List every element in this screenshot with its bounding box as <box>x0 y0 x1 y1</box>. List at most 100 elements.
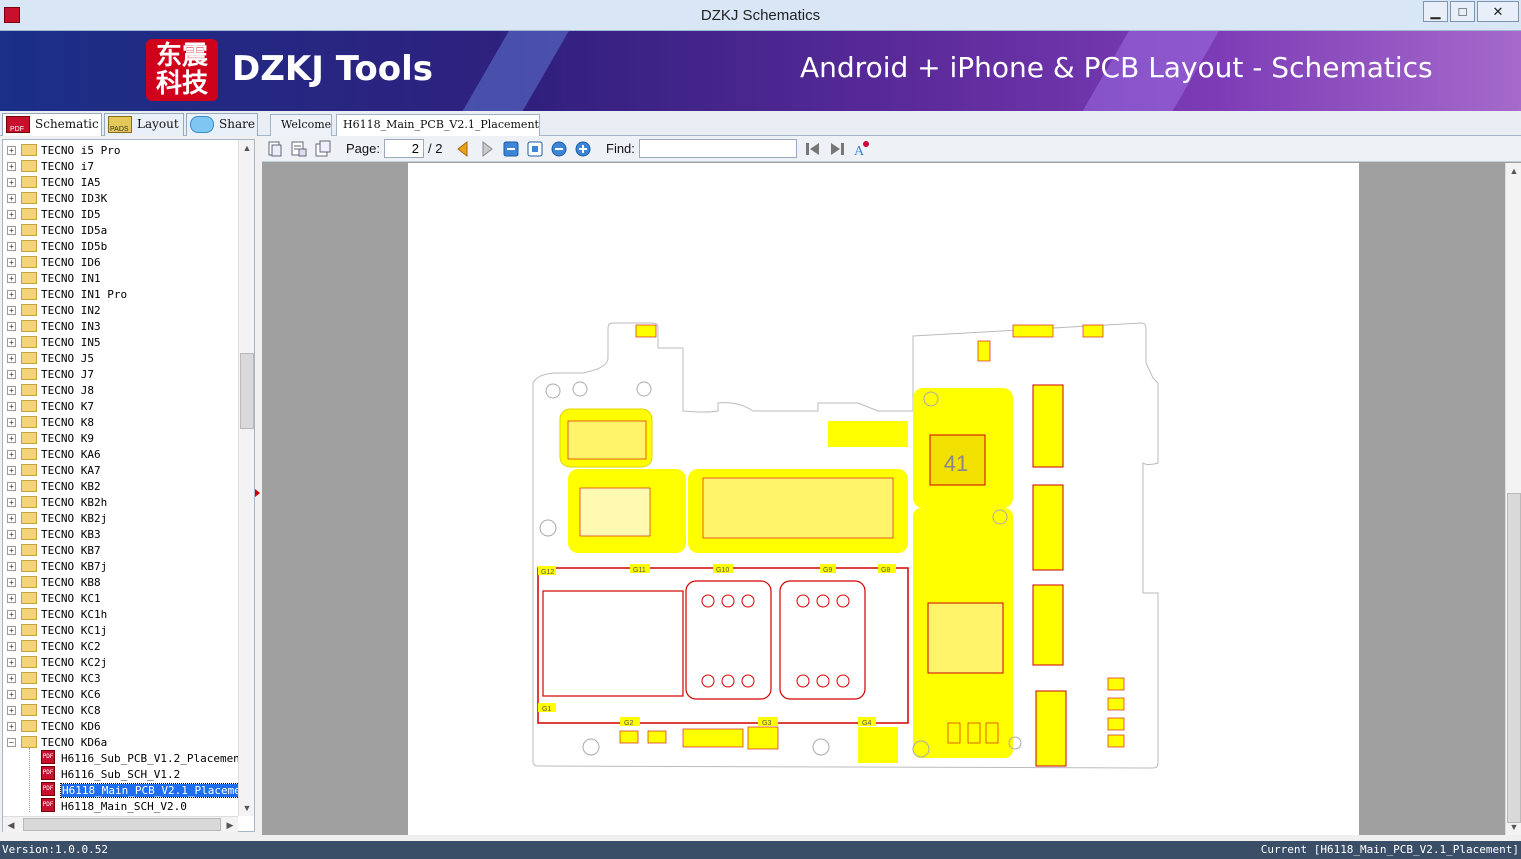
tree-horizontal-scrollbar[interactable]: ◀ ▶ <box>3 816 238 832</box>
expand-icon[interactable]: + <box>7 434 16 443</box>
expand-icon[interactable]: + <box>7 418 16 427</box>
expand-icon[interactable]: + <box>7 594 16 603</box>
select-text-icon[interactable] <box>290 140 308 158</box>
tree-folder-item[interactable]: + TECNO ID3K <box>3 190 238 206</box>
tree-folder-item[interactable]: + TECNO K7 <box>3 398 238 414</box>
expand-icon[interactable]: + <box>7 178 16 187</box>
fit-width-icon[interactable] <box>502 140 520 158</box>
find-input[interactable] <box>639 139 797 158</box>
expand-icon[interactable]: + <box>7 658 16 667</box>
tree-folder-item[interactable]: + TECNO K9 <box>3 430 238 446</box>
tree-folder-item[interactable]: + TECNO J5 <box>3 350 238 366</box>
tree-folder-item[interactable]: + TECNO ID5b <box>3 238 238 254</box>
expand-icon[interactable]: + <box>7 338 16 347</box>
scroll-up-icon[interactable]: ▲ <box>239 140 255 156</box>
expand-icon[interactable]: + <box>7 706 16 715</box>
fit-page-icon[interactable] <box>526 140 544 158</box>
tab-layout[interactable]: PADS Layout <box>104 113 184 136</box>
tree-folder-item[interactable]: + TECNO KB2h <box>3 494 238 510</box>
expand-icon[interactable]: + <box>7 162 16 171</box>
expand-icon[interactable]: + <box>7 562 16 571</box>
expand-icon[interactable]: + <box>7 386 16 395</box>
expand-icon[interactable]: + <box>7 306 16 315</box>
expand-icon[interactable]: + <box>7 402 16 411</box>
tree-folder-item[interactable]: + TECNO IN2 <box>3 302 238 318</box>
expand-icon[interactable]: + <box>7 322 16 331</box>
zoom-in-icon[interactable] <box>574 140 592 158</box>
tree-folder-item[interactable]: + TECNO ID5a <box>3 222 238 238</box>
find-previous-icon[interactable] <box>804 140 822 158</box>
expand-icon[interactable]: + <box>7 146 16 155</box>
snapshot-icon[interactable] <box>314 140 332 158</box>
tree-folder-item[interactable]: + TECNO i5 Pro <box>3 142 238 158</box>
scrollbar-thumb[interactable] <box>23 818 221 831</box>
expand-icon[interactable]: + <box>7 242 16 251</box>
find-next-icon[interactable] <box>828 140 846 158</box>
viewer-vertical-scrollbar[interactable]: ▲ ▼ <box>1505 163 1521 835</box>
tree-folder-item[interactable]: + TECNO KB2j <box>3 510 238 526</box>
zoom-out-icon[interactable] <box>550 140 568 158</box>
expand-icon[interactable]: + <box>7 466 16 475</box>
close-button[interactable]: ✕ <box>1477 1 1519 22</box>
tree-folder-item[interactable]: + TECNO i7 <box>3 158 238 174</box>
expand-icon[interactable]: + <box>7 274 16 283</box>
tree-folder-item[interactable]: + TECNO KC1 <box>3 590 238 606</box>
tree-folder-item[interactable]: + TECNO KB2 <box>3 478 238 494</box>
tree-folder-item[interactable]: + TECNO KC2 <box>3 638 238 654</box>
expand-icon[interactable]: + <box>7 498 16 507</box>
tree-folder-item[interactable]: + TECNO IA5 <box>3 174 238 190</box>
expand-icon[interactable]: + <box>7 354 16 363</box>
tree-folder-item[interactable]: + TECNO KC1h <box>3 606 238 622</box>
maximize-button[interactable]: □ <box>1450 1 1475 22</box>
tree-folder-item[interactable]: + TECNO KB3 <box>3 526 238 542</box>
expand-icon[interactable]: + <box>7 578 16 587</box>
expand-icon[interactable]: + <box>7 530 16 539</box>
scroll-left-icon[interactable]: ◀ <box>3 817 19 833</box>
highlight-text-icon[interactable]: A <box>852 140 870 158</box>
scroll-down-icon[interactable]: ▼ <box>1506 819 1521 835</box>
expand-icon[interactable]: + <box>7 210 16 219</box>
expand-icon[interactable]: + <box>7 482 16 491</box>
page-number-input[interactable]: 2 <box>384 139 424 158</box>
tree-file-item[interactable]: PDF H6116_Sub_SCH_V1.2 <box>3 766 238 782</box>
collapse-icon[interactable]: − <box>7 738 16 747</box>
expand-icon[interactable]: + <box>7 546 16 555</box>
tree-folder-item[interactable]: + TECNO IN1 Pro <box>3 286 238 302</box>
tree-folder-item[interactable]: + TECNO IN5 <box>3 334 238 350</box>
scroll-up-icon[interactable]: ▲ <box>1506 163 1521 179</box>
expand-icon[interactable]: + <box>7 674 16 683</box>
tree-folder-item[interactable]: + TECNO KB7j <box>3 558 238 574</box>
scroll-down-icon[interactable]: ▼ <box>239 800 255 816</box>
tree-folder-item[interactable]: − TECNO KD6a <box>3 734 238 750</box>
doc-tab-placement[interactable]: H6118_Main_PCB_V2.1_Placement× <box>336 114 540 152</box>
tab-schematic[interactable]: PDF Schematic <box>2 113 102 136</box>
tree-folder-item[interactable]: + TECNO KA6 <box>3 446 238 462</box>
expand-icon[interactable]: + <box>7 370 16 379</box>
tree-folder-item[interactable]: + TECNO KC6 <box>3 686 238 702</box>
scrollbar-thumb[interactable] <box>1507 493 1521 823</box>
tree-folder-item[interactable]: + TECNO J7 <box>3 366 238 382</box>
minimize-button[interactable]: ▁ <box>1423 1 1448 22</box>
scroll-right-icon[interactable]: ▶ <box>222 817 238 833</box>
doc-tab-welcome[interactable]: Welcome <box>270 114 332 136</box>
expand-icon[interactable]: + <box>7 514 16 523</box>
tree-folder-item[interactable]: + TECNO IN3 <box>3 318 238 334</box>
expand-icon[interactable]: + <box>7 722 16 731</box>
expand-icon[interactable]: + <box>7 642 16 651</box>
expand-icon[interactable]: + <box>7 690 16 699</box>
tab-share[interactable]: Share <box>186 113 258 136</box>
next-page-icon[interactable] <box>478 140 496 158</box>
panel-splitter[interactable] <box>255 139 261 832</box>
tree-folder-item[interactable]: + TECNO K8 <box>3 414 238 430</box>
tree-file-item[interactable]: PDF H6118_Main_PCB_V2.1_Placement <box>3 782 238 798</box>
expand-icon[interactable]: + <box>7 290 16 299</box>
tree-vertical-scrollbar[interactable]: ▲ ▼ <box>238 140 254 816</box>
expand-icon[interactable]: + <box>7 626 16 635</box>
tree-file-item[interactable]: PDF H6116_Sub_PCB_V1.2_Placement <box>3 750 238 766</box>
collapse-arrow-icon[interactable] <box>255 489 260 497</box>
tree-folder-item[interactable]: + TECNO KB7 <box>3 542 238 558</box>
tree-file-item[interactable]: PDF H6118_Main_SCH_V2.0 <box>3 798 238 814</box>
tree-folder-item[interactable]: + TECNO ID6 <box>3 254 238 270</box>
copy-icon[interactable] <box>266 140 284 158</box>
scrollbar-thumb[interactable] <box>240 353 254 429</box>
